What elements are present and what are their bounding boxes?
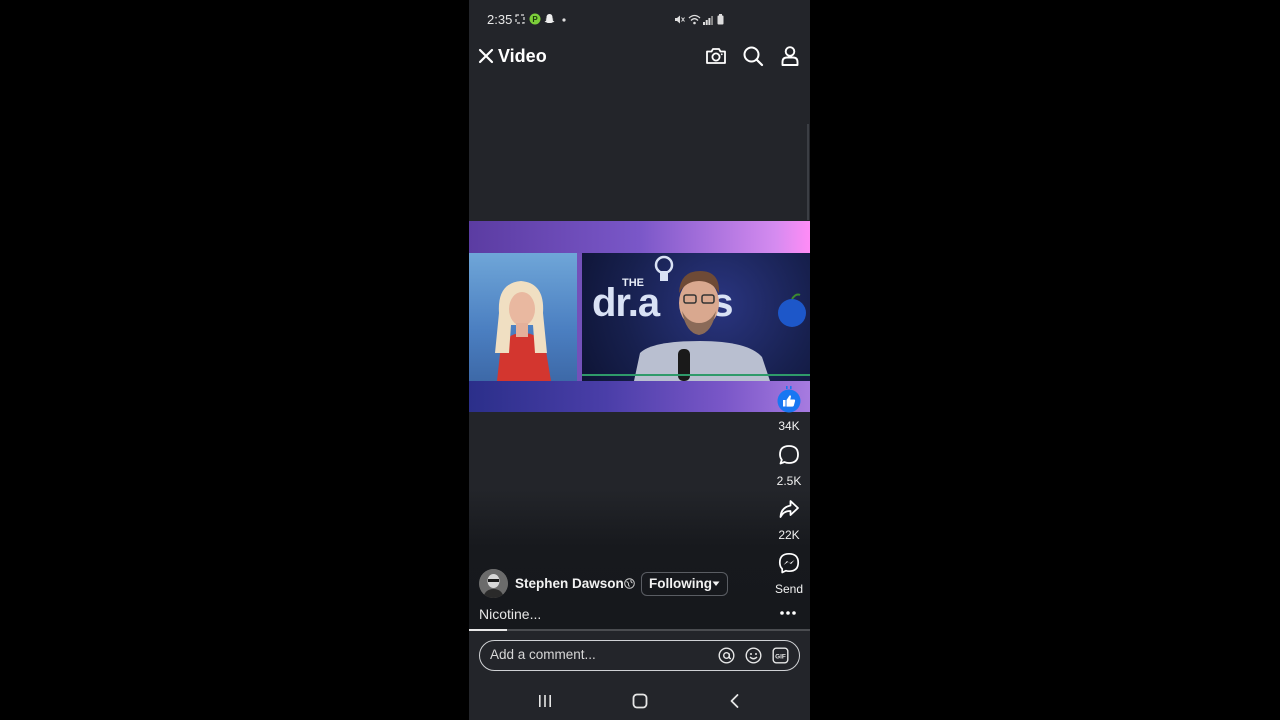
- comment-button[interactable]: 2.5K: [765, 444, 810, 488]
- author-name[interactable]: Stephen Dawson: [515, 576, 624, 591]
- status-time: 2:35: [487, 12, 513, 27]
- comment-field[interactable]: Add a comment... GIF: [479, 640, 800, 671]
- video-top-band: [469, 221, 810, 253]
- signal-icon: [703, 16, 713, 25]
- comment-placeholder: Add a comment...: [490, 647, 596, 662]
- like-icon: [777, 386, 801, 413]
- system-nav-bar: [469, 682, 810, 720]
- profile-icon[interactable]: [778, 44, 802, 68]
- back-icon[interactable]: [726, 692, 744, 710]
- mention-icon[interactable]: [718, 647, 735, 664]
- send-button[interactable]: Send: [765, 552, 810, 596]
- send-label: Send: [774, 582, 804, 596]
- page-title: Video: [498, 46, 547, 66]
- snapchat-icon: [544, 14, 555, 23]
- app-notification-icon: P: [529, 13, 541, 25]
- guest-figure: [582, 255, 810, 381]
- video-progress-fill: [469, 629, 507, 631]
- messenger-icon: [778, 552, 800, 574]
- search-icon[interactable]: [741, 44, 765, 68]
- scroll-indicator[interactable]: [807, 124, 809, 220]
- phone-screen: 2:35 P Video THE dr.a 34K 2.5K 22K Send …: [469, 0, 810, 720]
- battery-icon: [717, 14, 724, 25]
- avatar-image: [479, 569, 508, 598]
- globe-icon: [624, 578, 635, 589]
- share-count: 22K: [778, 528, 800, 542]
- svg-text:P: P: [532, 15, 538, 24]
- video-right-speaker: THE dr.ais: [582, 253, 810, 381]
- video-player[interactable]: THE dr.ais: [469, 221, 810, 412]
- more-options-icon[interactable]: [778, 606, 798, 620]
- video-left-speaker: [469, 253, 577, 381]
- avatar[interactable]: [479, 569, 508, 598]
- video-progress-bar[interactable]: [469, 629, 810, 631]
- following-label: Following: [649, 576, 712, 591]
- mute-icon: [675, 15, 685, 24]
- wifi-icon: [688, 14, 701, 25]
- following-button[interactable]: Following: [641, 572, 728, 596]
- screenshot-icon: [515, 14, 525, 24]
- host-figure: [495, 281, 551, 381]
- emoji-icon[interactable]: [745, 647, 762, 664]
- share-icon: [779, 500, 799, 518]
- like-button[interactable]: 34K: [765, 386, 810, 433]
- gif-icon[interactable]: GIF: [772, 647, 789, 664]
- like-count: 34K: [778, 419, 800, 433]
- video-header: Video: [469, 38, 810, 74]
- dot-icon: [562, 18, 566, 22]
- video-bottom-band: [469, 381, 810, 412]
- svg-text:GIF: GIF: [775, 653, 786, 660]
- camera-icon[interactable]: [704, 44, 728, 68]
- status-bar: 2:35 P: [469, 0, 810, 38]
- comment-icon: [779, 445, 799, 465]
- chevron-down-icon: [712, 581, 720, 586]
- comment-count: 2.5K: [776, 474, 802, 488]
- home-icon[interactable]: [631, 692, 649, 710]
- share-button[interactable]: 22K: [765, 498, 810, 542]
- post-caption[interactable]: Nicotine...: [479, 606, 541, 622]
- recent-apps-icon[interactable]: [536, 692, 554, 710]
- close-icon[interactable]: [477, 47, 495, 65]
